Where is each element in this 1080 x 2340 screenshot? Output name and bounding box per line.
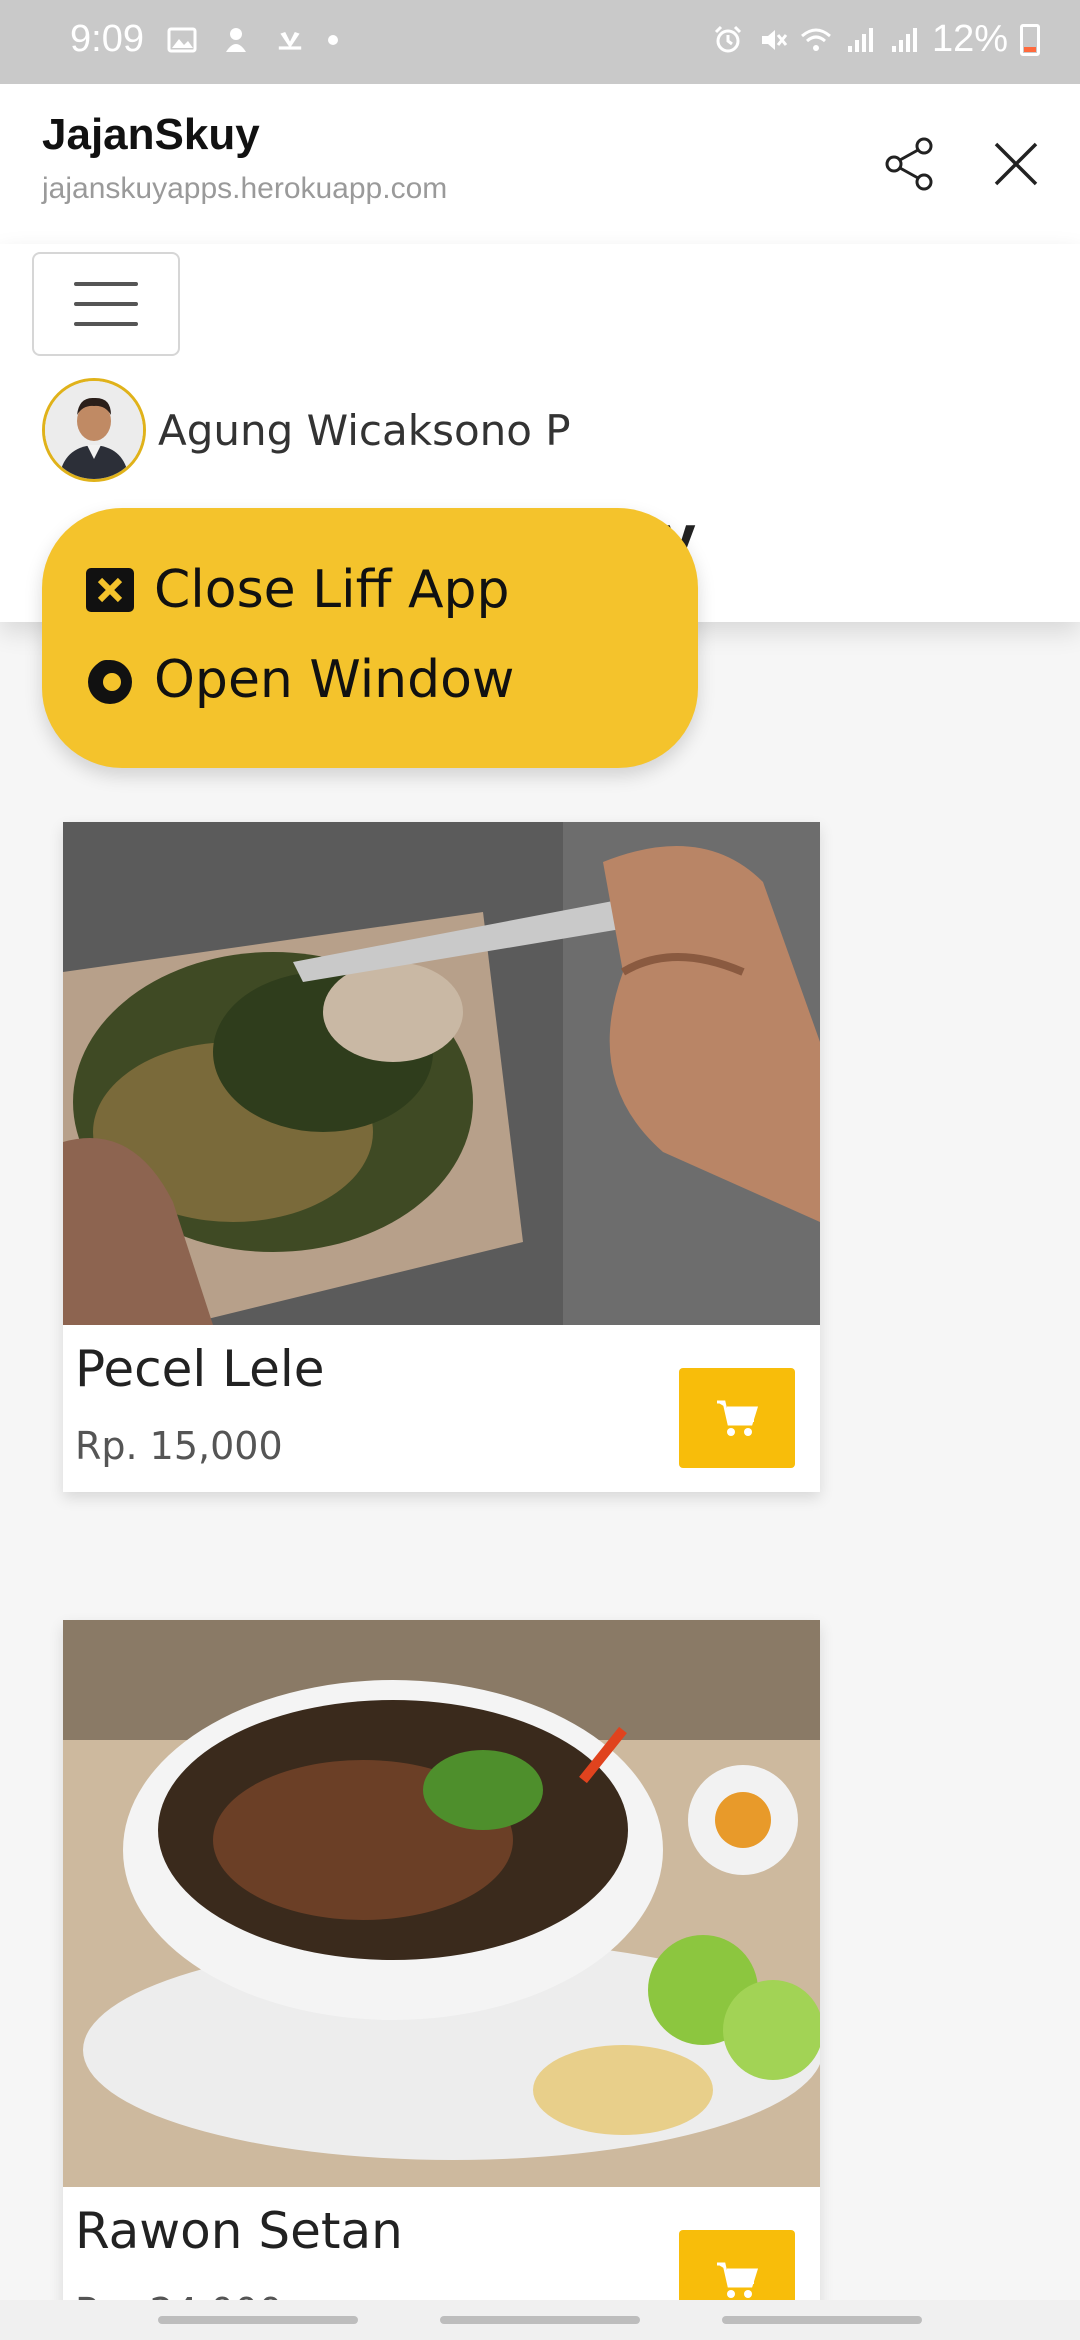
- battery-level: 12%: [931, 18, 1008, 60]
- dot-icon: [328, 35, 338, 45]
- product-image: [63, 1620, 820, 2187]
- firefox-icon: [84, 654, 136, 706]
- product-name: Rawon Setan: [75, 2202, 403, 2260]
- product-card[interactable]: Rawon Setan Rp. 24,000: [63, 1620, 820, 2340]
- user-profile: Agung Wicaksono P: [42, 378, 571, 482]
- close-liff-app-label: Close Liff App: [154, 560, 510, 620]
- battery-icon: [1020, 23, 1040, 56]
- product-price: Rp. 15,000: [75, 1424, 283, 1468]
- navbar-toggle-button[interactable]: [32, 252, 180, 356]
- wifi-icon: [800, 28, 831, 51]
- liff-header: JajanSkuy jajanskuyapps.herokuapp.com: [0, 84, 1080, 244]
- avatar-photo: [45, 381, 143, 479]
- product-image: [63, 822, 820, 1325]
- back-button[interactable]: [722, 2316, 922, 2324]
- app-url: jajanskuyapps.herokuapp.com: [42, 172, 448, 205]
- status-right-icons: 12%: [712, 18, 1040, 61]
- alarm-icon: [714, 25, 741, 52]
- close-square-icon: [84, 564, 136, 616]
- hamburger-line: [74, 282, 138, 286]
- close-liff-app-item[interactable]: Close Liff App: [84, 560, 510, 620]
- navigation-bar: [0, 2300, 1080, 2340]
- share-icon: [885, 137, 933, 191]
- gallery-icon: [167, 27, 197, 53]
- add-to-cart-button[interactable]: [679, 1368, 795, 1468]
- profile-name: Agung Wicaksono P: [158, 405, 571, 455]
- close-icon: [994, 142, 1038, 186]
- open-window-label: Open Window: [154, 650, 515, 710]
- hamburger-line: [74, 302, 138, 306]
- product-card[interactable]: Pecel Lele Rp. 15,000: [63, 822, 820, 1492]
- open-window-item[interactable]: Open Window: [84, 650, 514, 710]
- app-icon: [226, 28, 246, 52]
- cart-icon: [717, 2262, 759, 2298]
- avatar: [42, 378, 146, 482]
- floating-menu: Close Liff App Open Window: [42, 508, 698, 768]
- close-button[interactable]: [976, 124, 1056, 204]
- status-time: 9:09: [70, 18, 144, 60]
- signal-icon: [891, 27, 917, 52]
- mute-icon: [761, 29, 788, 50]
- recent-apps-button[interactable]: [158, 2316, 358, 2324]
- cart-icon: [717, 1400, 759, 1436]
- product-name: Pecel Lele: [75, 1340, 325, 1398]
- hamburger-line: [74, 322, 138, 326]
- nbc-icon: [278, 32, 302, 50]
- status-bar: 9:09 12%: [0, 0, 1080, 84]
- share-button[interactable]: [870, 124, 950, 204]
- app-title: JajanSkuy: [42, 110, 260, 159]
- status-left-icons: [166, 24, 338, 56]
- signal-icon: [847, 27, 873, 52]
- home-button[interactable]: [440, 2316, 640, 2324]
